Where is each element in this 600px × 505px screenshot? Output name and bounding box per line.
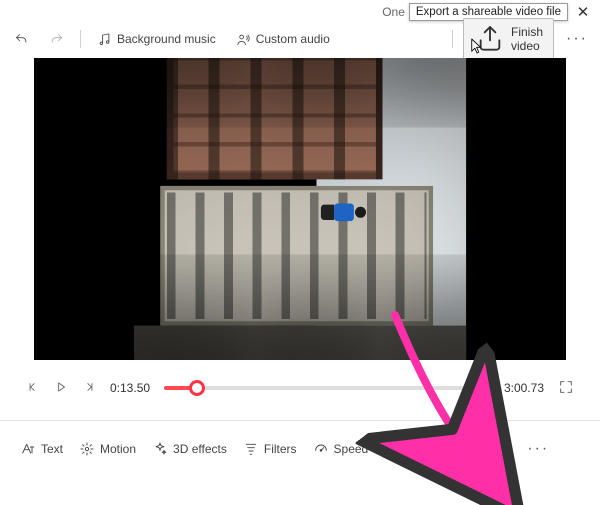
trash-icon — [491, 441, 507, 457]
actions-more-button[interactable]: ··· — [523, 440, 553, 458]
person-audio-icon — [236, 32, 251, 47]
separator — [452, 30, 453, 48]
text-label: Text — [41, 442, 63, 456]
filters-label: Filters — [264, 442, 297, 456]
video-editor-window: One Export a shareable video file ✕ Back… — [0, 0, 600, 505]
text-icon — [20, 441, 36, 457]
delete-button[interactable] — [491, 441, 507, 457]
video-preview[interactable] — [34, 58, 566, 360]
rotate-button[interactable] — [437, 432, 475, 466]
duration-time: 3:00.73 — [504, 381, 544, 395]
play-icon — [54, 380, 68, 394]
video-frame — [134, 58, 466, 360]
frame-forward-icon — [82, 380, 96, 394]
onedrive-label: One — [382, 5, 405, 19]
motion-label: Motion — [100, 442, 136, 456]
finish-video-button[interactable]: Finish video — [463, 18, 554, 60]
seek-track[interactable] — [164, 386, 490, 390]
toolbar-more-button[interactable]: ··· — [562, 30, 592, 48]
speed-label: Speed — [334, 442, 369, 456]
speed-icon — [313, 441, 329, 457]
play-button[interactable] — [54, 380, 68, 397]
fullscreen-button[interactable] — [558, 379, 574, 398]
undo-icon — [14, 32, 29, 47]
cursor-pointer-icon — [470, 37, 484, 55]
3d-effects-button[interactable]: 3D effects — [152, 441, 227, 457]
3d-effects-label: 3D effects — [173, 442, 227, 456]
preview-area — [0, 56, 600, 360]
background-music-button[interactable]: Background music — [91, 28, 222, 51]
finish-video-label: Finish video — [511, 25, 543, 53]
frame-back-icon — [26, 380, 40, 394]
clip-actions-bar: Text Motion 3D effects Filters Speed ··· — [0, 421, 600, 477]
frame-forward-button[interactable] — [82, 380, 96, 397]
separator — [386, 440, 387, 458]
motion-button[interactable]: Motion — [79, 441, 136, 457]
playback-controls: 0:13.50 3:00.73 — [0, 360, 600, 416]
redo-button[interactable] — [43, 28, 70, 51]
fullscreen-icon — [558, 379, 574, 395]
crop-icon — [405, 441, 421, 457]
top-toolbar: Background music Custom audio Finish vid… — [0, 22, 600, 56]
seek-thumb[interactable] — [189, 380, 205, 396]
speed-button[interactable]: Speed — [313, 441, 369, 457]
custom-audio-button[interactable]: Custom audio — [230, 28, 336, 51]
filters-button[interactable]: Filters — [243, 441, 297, 457]
background-music-label: Background music — [117, 32, 216, 46]
motion-icon — [79, 441, 95, 457]
undo-button[interactable] — [8, 28, 35, 51]
sparkle-3d-icon — [152, 441, 168, 457]
current-time: 0:13.50 — [110, 381, 150, 395]
custom-audio-label: Custom audio — [256, 32, 330, 46]
rotate-icon — [447, 440, 465, 458]
crop-button[interactable] — [405, 441, 421, 457]
frame-back-button[interactable] — [26, 380, 40, 397]
close-button[interactable]: ✕ — [572, 3, 594, 21]
music-note-icon — [97, 32, 112, 47]
onedrive-chip[interactable]: One — [378, 5, 405, 19]
filters-icon — [243, 441, 259, 457]
redo-icon — [49, 32, 64, 47]
separator — [80, 30, 81, 48]
text-button[interactable]: Text — [20, 441, 63, 457]
